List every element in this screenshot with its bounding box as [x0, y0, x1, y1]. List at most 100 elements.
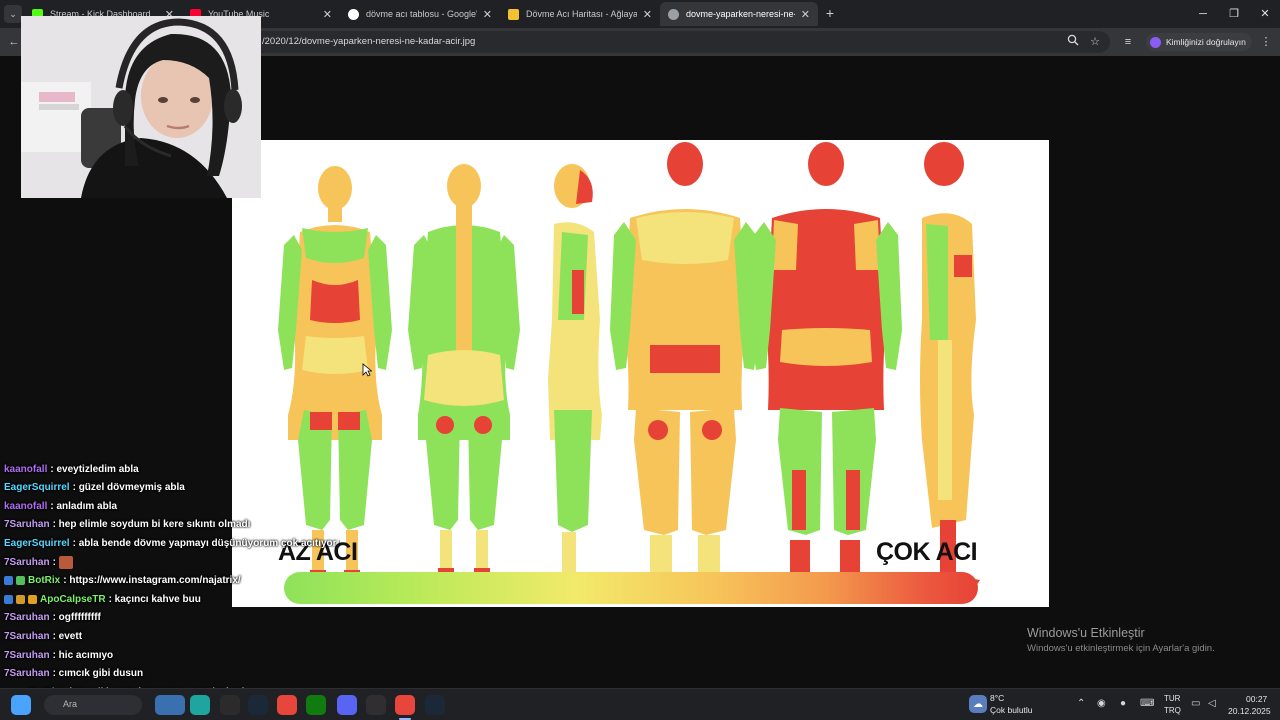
profile-label: Kimliğinizi doğrulayın [1166, 37, 1246, 47]
tab-close-icon[interactable]: ✕ [323, 8, 332, 21]
keyboard-layout[interactable]: TRQ [1164, 706, 1181, 715]
profile-button[interactable]: Kimliğinizi doğrulayın [1146, 33, 1252, 51]
chat-username[interactable]: ApoCalpseTR [40, 594, 106, 605]
chat-username[interactable]: 7Saruhan [4, 668, 50, 679]
chat-username[interactable]: EagerSquirrel [4, 538, 70, 549]
xbox-icon[interactable] [306, 695, 326, 715]
chat-text: : eveytizledim abla [50, 463, 139, 475]
clock-date[interactable]: 20.12.2025 [1228, 706, 1271, 716]
chat-username[interactable]: 7Saruhan [4, 631, 50, 642]
clock-time[interactable]: 00:27 [1246, 694, 1267, 704]
keyboard-icon[interactable]: ⌨ [1140, 698, 1154, 709]
tray-overflow-chevron-icon[interactable]: ⌃ [1077, 698, 1085, 709]
tab-title: Dövme Acı Haritası - Ağlayacağ [526, 9, 637, 19]
bookmark-star-icon[interactable]: ☆ [1087, 34, 1103, 50]
chat-badge-icon [4, 576, 13, 586]
zoom-icon[interactable] [1065, 34, 1081, 50]
chat-username[interactable]: EagerSquirrel [4, 482, 70, 493]
chat-username[interactable]: BotRix [28, 575, 60, 586]
body-figures [278, 142, 980, 586]
game-icon[interactable] [155, 695, 185, 715]
tab-close-icon[interactable]: ✕ [643, 8, 652, 21]
new-tab-button[interactable]: + [822, 5, 838, 21]
figure-back-female [408, 164, 520, 584]
chat-text: : hic acımıyo [52, 649, 114, 661]
edge-icon[interactable] [190, 695, 210, 715]
tattoo-pain-map-image: AZ ACI ÇOK ACI [232, 140, 1049, 607]
tab-title: dövme acı tablosu - Google'da [366, 9, 477, 19]
minimize-button[interactable]: ─ [1188, 3, 1218, 25]
chat-badge-icon [16, 594, 25, 604]
chat-message: 7Saruhan: evett [4, 627, 82, 645]
weather-cloud-icon[interactable]: ☁ [969, 695, 987, 713]
chat-username[interactable]: 7Saruhan [4, 650, 50, 661]
chat-text: : https://www.instagram.com/najatrix/ [63, 575, 241, 587]
input-language[interactable]: TUR [1164, 694, 1180, 703]
figure-back-male [750, 142, 902, 584]
chat-message: EagerSquirrel: abla bende dövme yapmayı … [4, 534, 340, 552]
figure-side-male [920, 142, 980, 586]
chat-message: 7Saruhan: ogfffffffff [4, 609, 101, 627]
network-icon[interactable]: ▭ [1191, 698, 1200, 709]
discord-icon[interactable] [337, 695, 357, 715]
chat-text: : kaçıncı kahve buu [108, 593, 201, 605]
tab-search-chevron-icon[interactable]: ⌄ [4, 5, 22, 23]
chat-badge-icon [16, 576, 25, 586]
reading-list-icon[interactable]: ≡ [1120, 34, 1136, 50]
chat-badge-icon [4, 594, 13, 604]
volume-icon[interactable]: ◁ [1208, 698, 1216, 709]
desktop: ⌄ Stream - Kick Dashboard ✕ YouTube Music ✕… [0, 0, 1280, 720]
chat-message: ApoCalpseTR: kaçıncı kahve buu [4, 590, 201, 608]
chat-message: 7Saruhan: [4, 553, 73, 571]
chat-text: : anladım abla [50, 500, 118, 512]
epic-games-icon[interactable] [220, 695, 240, 715]
steam-alt-icon[interactable] [425, 695, 445, 715]
chat-username[interactable]: kaanofall [4, 501, 47, 512]
activation-watermark-title: Windows'u Etkinleştir [1027, 626, 1145, 640]
chat-message: 7Saruhan: hic acımıyo [4, 646, 113, 664]
weather-temperature[interactable]: 8°C [990, 693, 1004, 703]
restore-button[interactable]: ❐ [1219, 3, 1249, 25]
chrome-icon[interactable] [277, 695, 297, 715]
chat-username[interactable]: 7Saruhan [4, 519, 50, 530]
taskbar: Ara ☁ 8°C Çok bulutlu ⌃ ◉ ● ⌨ TUR TRQ ▭ … [0, 688, 1280, 720]
figure-front-male [610, 142, 760, 573]
close-window-button[interactable]: ✕ [1250, 3, 1280, 25]
chat-message: EagerSquirrel: güzel dövmeymiş abla [4, 479, 185, 497]
start-icon[interactable] [11, 695, 31, 715]
tab-4[interactable]: Dövme Acı Haritası - Ağlayacağ ✕ [500, 2, 660, 26]
shield-icon [508, 8, 519, 20]
chat-overlay: kaanofall: eveytizledim abla EagerSquirre… [0, 424, 340, 720]
obs-icon[interactable] [366, 695, 386, 715]
chat-text: : hep elimle soydum bi kere sıkıntı olma… [52, 519, 251, 531]
chat-username[interactable]: kaanofall [4, 464, 47, 475]
taskbar-search-placeholder[interactable]: Ara [63, 699, 77, 709]
chat-emote-icon [58, 555, 73, 569]
chat-message: BotRix: https://www.instagram.com/najatr… [4, 572, 241, 590]
tab-close-icon[interactable]: ✕ [483, 8, 492, 21]
steam-icon[interactable] [248, 695, 268, 715]
security-icon[interactable]: ◉ [1097, 698, 1106, 709]
tab-5[interactable]: dovme-yaparken-neresi-ne-kad ✕ [660, 2, 818, 26]
webcam-overlay [21, 16, 261, 198]
chat-text: : evett [52, 630, 83, 642]
chat-message: 7Saruhan: hep elimle soydum bi kere sıkı… [4, 516, 250, 534]
google-icon [348, 8, 359, 20]
taskbar-search[interactable] [44, 695, 142, 715]
back-arrow-icon[interactable]: ← [6, 34, 22, 50]
url-text[interactable]: /2020/12/dovme-yaparken-neresi-ne-kadar-… [262, 36, 475, 47]
chat-text: : cımcık gibi dusun [52, 668, 144, 680]
chat-badge-icon [28, 594, 37, 604]
chat-message: 7Saruhan: cımcık gibi dusun [4, 665, 143, 683]
more-menu-icon[interactable]: ⋮ [1258, 34, 1274, 50]
figure-side-female [548, 164, 602, 586]
tab-3[interactable]: dövme acı tablosu - Google'da ✕ [340, 2, 500, 26]
microphone-icon[interactable]: ● [1120, 698, 1126, 709]
chat-message: kaanofall: eveytizledim abla [4, 460, 139, 478]
tab-close-icon[interactable]: ✕ [801, 8, 810, 21]
chat-username[interactable]: 7Saruhan [4, 612, 50, 623]
high-pain-label: ÇOK ACI [876, 538, 978, 566]
weather-description[interactable]: Çok bulutlu [990, 705, 1033, 715]
chrome-active-icon[interactable] [395, 695, 415, 715]
chat-username[interactable]: 7Saruhan [4, 557, 50, 568]
